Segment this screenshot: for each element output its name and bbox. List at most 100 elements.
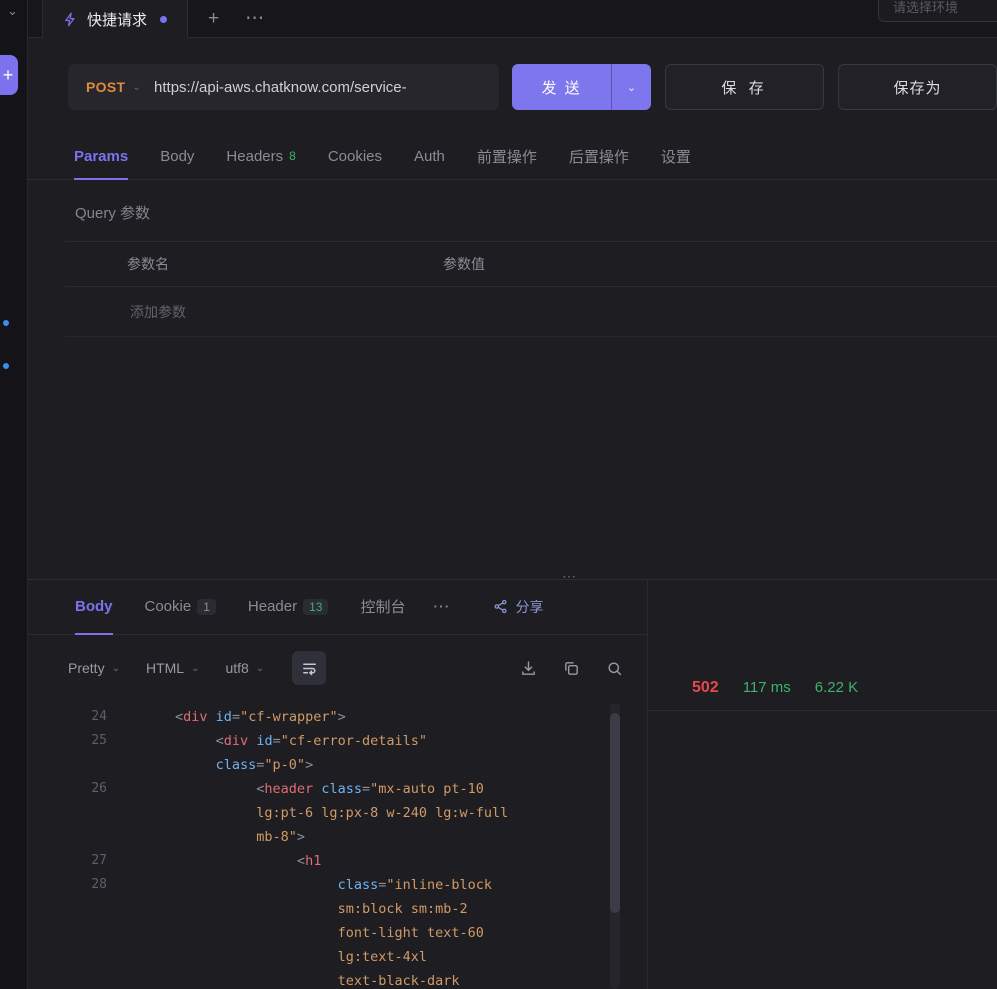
unsaved-indicator-dot	[160, 16, 167, 23]
document-tabbar: 快捷请求 + ⋯ 请选择环境	[28, 0, 997, 38]
environment-select[interactable]: 请选择环境	[878, 0, 997, 22]
response-time: 117 ms	[743, 679, 791, 696]
tab-post-operations[interactable]: 后置操作	[569, 134, 629, 180]
lightning-icon	[63, 12, 78, 27]
chevron-down-icon: ⌄	[627, 81, 636, 94]
send-label: 发 送	[512, 64, 611, 110]
language-select[interactable]: HTML ⌄	[146, 660, 200, 676]
code-lines: 24<div id="cf-wrapper">25 <div id="cf-er…	[28, 705, 647, 989]
status-code: 502	[692, 679, 719, 697]
splitter-handle[interactable]: ⋯	[562, 568, 578, 585]
code-row: 26 <header class="mx-auto pt-10	[28, 777, 647, 801]
response-tabs-more-button[interactable]: ⋯	[432, 580, 449, 634]
tab-cookie-label: Cookie	[145, 598, 192, 615]
rail-collapse-icon[interactable]: ⌄	[7, 3, 18, 19]
url-input[interactable]: https://api-aws.chatknow.com/service-	[154, 79, 499, 96]
response-code-viewer[interactable]: 24<div id="cf-wrapper">25 <div id="cf-er…	[28, 701, 647, 989]
save-as-button[interactable]: 保存为	[838, 64, 997, 110]
code-row: 25 <div id="cf-error-details"	[28, 729, 647, 753]
tab-cookies[interactable]: Cookies	[328, 134, 382, 180]
code-text: text-black-dark	[175, 969, 459, 989]
code-row: lg:pt-6 lg:px-8 w-240 lg:w-full	[28, 801, 647, 825]
encoding-label: utf8	[225, 660, 248, 676]
download-icon	[520, 660, 537, 677]
code-row: class="p-0">	[28, 753, 647, 777]
response-body-pane: Body Cookie 1 Header 13 控制台 ⋯ 分享	[28, 580, 648, 989]
headers-count-badge: 8	[289, 149, 296, 163]
tab-auth[interactable]: Auth	[414, 134, 445, 180]
code-text: sm:block sm:mb-2	[175, 897, 468, 921]
code-scrollbar[interactable]	[610, 703, 620, 989]
response-toolbar: Pretty ⌄ HTML ⌄ utf8 ⌄	[28, 635, 647, 701]
line-number	[46, 945, 107, 969]
chevron-down-icon: ⌄	[191, 663, 199, 674]
search-icon	[606, 660, 623, 677]
line-number: 27	[46, 849, 107, 873]
code-text: <div id="cf-error-details"	[175, 729, 427, 753]
share-button[interactable]: 分享	[493, 580, 543, 635]
code-text: lg:pt-6 lg:px-8 w-240 lg:w-full	[175, 801, 508, 825]
tab-params[interactable]: Params	[74, 134, 128, 180]
tab-settings[interactable]: 设置	[661, 134, 691, 180]
code-text: <div id="cf-wrapper">	[175, 705, 346, 729]
tab-pre-operations[interactable]: 前置操作	[477, 134, 537, 180]
code-text: font-light text-60	[175, 921, 484, 945]
code-text: <h1	[175, 849, 321, 873]
tab-response-body[interactable]: Body	[75, 580, 113, 635]
tab-overflow-button[interactable]: ⋯	[245, 0, 265, 37]
copy-button[interactable]	[563, 660, 580, 677]
request-row: POST ⌄ https://api-aws.chatknow.com/serv…	[68, 64, 997, 110]
line-number	[46, 969, 107, 989]
response-panel: ⋯ Body Cookie 1 Header 13 控制台 ⋯ 分享	[28, 579, 997, 989]
add-param-row[interactable]: 添加参数	[65, 287, 997, 337]
rail-notification-dot	[3, 363, 9, 369]
chevron-down-icon: ⌄	[112, 663, 120, 674]
method-select[interactable]: POST ⌄	[68, 79, 154, 95]
url-group: POST ⌄ https://api-aws.chatknow.com/serv…	[68, 64, 499, 110]
tab-console-label: 控制台	[360, 596, 406, 617]
word-wrap-toggle[interactable]	[292, 651, 326, 685]
format-select[interactable]: Pretty ⌄	[68, 660, 120, 676]
method-label: POST	[86, 79, 125, 95]
new-request-button[interactable]: +	[0, 55, 18, 95]
code-row: sm:block sm:mb-2	[28, 897, 647, 921]
tab-headers-label: Headers	[226, 148, 283, 165]
line-number	[46, 897, 107, 921]
language-label: HTML	[146, 660, 184, 676]
save-button[interactable]: 保 存	[665, 64, 824, 110]
chevron-down-icon: ⌄	[256, 663, 264, 674]
column-param-value: 参数值	[443, 254, 997, 274]
share-icon	[493, 599, 508, 614]
tab-response-cookie[interactable]: Cookie 1	[145, 580, 216, 635]
chevron-down-icon: ⌄	[132, 82, 141, 93]
cookie-count-badge: 1	[197, 599, 216, 615]
code-row: font-light text-60	[28, 921, 647, 945]
code-row: 27 <h1	[28, 849, 647, 873]
code-row: mb-8">	[28, 825, 647, 849]
line-number	[46, 825, 107, 849]
response-tabs: Body Cookie 1 Header 13 控制台 ⋯ 分享	[28, 580, 647, 635]
send-button[interactable]: 发 送 ⌄	[512, 64, 651, 110]
line-number	[46, 753, 107, 777]
response-status-row: 502 117 ms 6.22 K	[648, 665, 997, 711]
code-text: mb-8">	[175, 825, 305, 849]
left-rail: ⌄ +	[0, 0, 28, 989]
send-options-button[interactable]: ⌄	[611, 64, 651, 110]
add-tab-button[interactable]: +	[208, 0, 219, 37]
tab-headers[interactable]: Headers 8	[226, 134, 295, 180]
tab-quick-request[interactable]: 快捷请求	[42, 0, 188, 38]
tab-response-header[interactable]: Header 13	[248, 580, 329, 635]
tab-request-body[interactable]: Body	[160, 134, 194, 180]
format-label: Pretty	[68, 660, 105, 676]
tab-response-console[interactable]: 控制台	[360, 580, 406, 635]
code-scrollbar-thumb[interactable]	[610, 713, 620, 913]
line-number: 28	[46, 873, 107, 897]
code-row: 28 class="inline-block	[28, 873, 647, 897]
download-button[interactable]	[520, 660, 537, 677]
copy-icon	[563, 660, 580, 677]
encoding-select[interactable]: utf8 ⌄	[225, 660, 264, 676]
response-size: 6.22 K	[815, 679, 858, 696]
search-button[interactable]	[606, 660, 623, 677]
environment-placeholder: 请选择环境	[893, 0, 958, 16]
share-label: 分享	[515, 597, 543, 617]
